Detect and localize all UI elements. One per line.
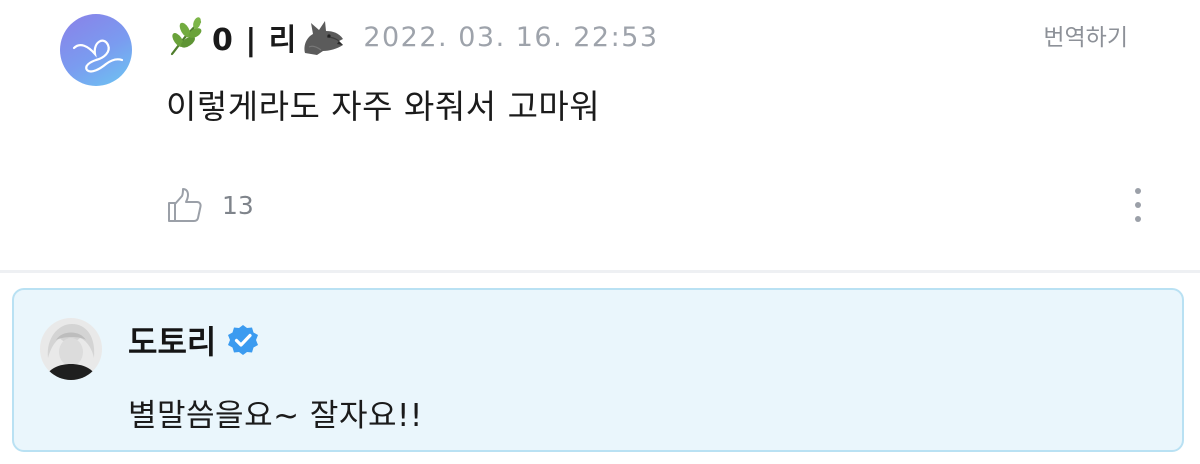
verified-badge-icon (228, 325, 259, 355)
thumbs-up-icon (168, 188, 202, 222)
avatar[interactable] (40, 318, 102, 380)
avatar[interactable] (60, 14, 132, 86)
heart-doodle-icon (72, 39, 124, 73)
comment-username[interactable]: 0 | 리 (212, 15, 297, 59)
herb-icon (170, 17, 202, 56)
wolf-icon (304, 21, 344, 55)
reply-header: 도토리 (128, 318, 260, 362)
reply-username[interactable]: 도토리 (128, 317, 216, 363)
reply-text: 별말씀을요~ 잘자요!! (128, 398, 423, 434)
more-dot (1135, 188, 1141, 194)
artist-reply: 도토리 별말씀을요~ 잘자요!! (12, 288, 1184, 452)
comment-header: 0 | 리 2022. 03. 16. 22:53 (166, 14, 659, 60)
like-count: 13 (222, 190, 254, 220)
divider (0, 270, 1200, 273)
like-button[interactable]: 13 (166, 186, 254, 224)
profile-photo-icon (40, 318, 102, 380)
comment: 0 | 리 2022. 03. 16. 22:53 번역하기 이렇게라도 자주 … (0, 0, 1200, 272)
more-options-button[interactable] (1128, 188, 1148, 228)
comment-timestamp: 2022. 03. 16. 22:53 (363, 21, 659, 53)
comment-thread: 0 | 리 2022. 03. 16. 22:53 번역하기 이렇게라도 자주 … (0, 0, 1200, 464)
more-dot (1135, 216, 1141, 222)
more-dot (1135, 202, 1141, 208)
translate-button[interactable]: 번역하기 (1043, 18, 1128, 52)
comment-text: 이렇게라도 자주 와줘서 고마워 (166, 87, 601, 126)
